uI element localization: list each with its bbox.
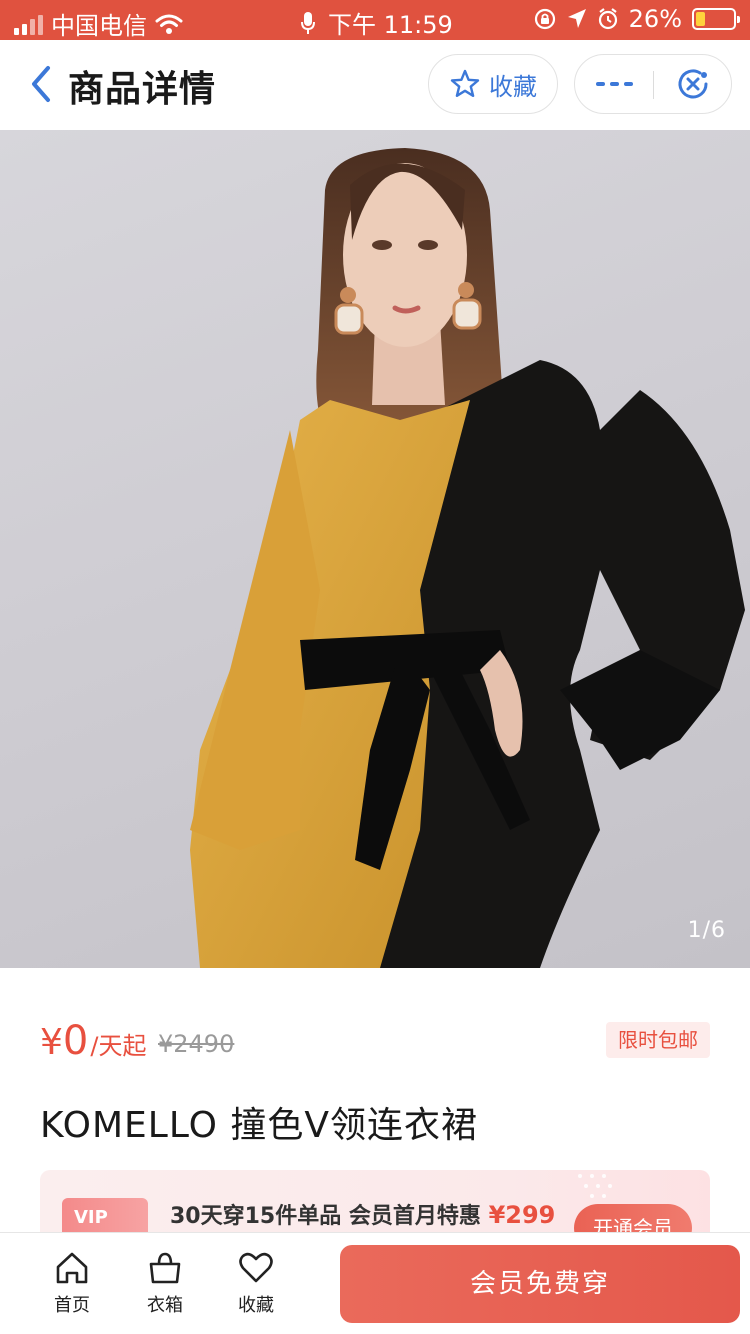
status-center: 下午 11:59 (300, 5, 453, 40)
image-counter: 1/6 (687, 918, 726, 943)
tab-favorites-label: 收藏 (238, 1295, 274, 1316)
tab-wardrobe[interactable]: 衣箱 (130, 1251, 200, 1317)
price-amount: 0 (62, 1018, 89, 1064)
alarm-icon (598, 8, 617, 30)
more-icon[interactable] (575, 55, 653, 113)
current-price: ¥ 0 /天起 (40, 1018, 146, 1064)
back-icon[interactable] (24, 60, 64, 108)
bottom-bar: 首页 衣箱 收藏 会员免费穿 (0, 1232, 750, 1334)
price-unit: /天起 (90, 1032, 147, 1060)
status-right: 26% (533, 5, 740, 33)
product-photo (190, 148, 745, 968)
tab-home[interactable]: 首页 (37, 1251, 107, 1317)
price-currency: ¥ (40, 1022, 63, 1063)
page-title: 商品详情 (68, 69, 217, 110)
vip-offer-text: 30天穿15件单品 会员首月特惠 ¥299 (170, 1198, 555, 1230)
free-wear-label: 会员免费穿 (469, 1269, 610, 1299)
home-icon (56, 1252, 88, 1284)
vip-offer-label: 30天穿15件单品 会员首月特惠 (170, 1204, 481, 1229)
close-icon (678, 69, 708, 99)
price-row: ¥ 0 /天起 ¥2490 限时包邮 (40, 1018, 710, 1068)
heart-icon (239, 1252, 273, 1283)
star-icon (450, 69, 480, 97)
battery-fill (696, 12, 705, 26)
free-wear-button[interactable]: 会员免费穿 (340, 1245, 740, 1323)
signal-icon (14, 13, 43, 35)
favorite-button[interactable]: 收藏 (428, 54, 558, 114)
original-price: ¥2490 (158, 1030, 235, 1058)
open-membership-button[interactable]: 开通会员 (574, 1204, 692, 1234)
promo-badge: 限时包邮 (606, 1022, 710, 1058)
carrier-label: 中国电信 (51, 12, 147, 40)
wifi-icon (155, 14, 183, 34)
battery-percent: 26% (628, 5, 682, 33)
status-bar: 中国电信 下午 11:59 26% (0, 0, 750, 40)
favorite-label: 收藏 (489, 72, 537, 101)
vip-tag: VIP (62, 1198, 148, 1234)
battery-icon (692, 8, 740, 30)
tab-home-label: 首页 (54, 1295, 90, 1316)
rotation-lock-icon (534, 8, 555, 30)
capsule-divider (653, 71, 654, 99)
bag-icon (149, 1252, 181, 1284)
tab-wardrobe-label: 衣箱 (147, 1295, 183, 1316)
status-left: 中国电信 (14, 6, 183, 41)
vip-offer-price: ¥299 (488, 1201, 556, 1229)
mic-icon (301, 11, 315, 34)
tab-favorites[interactable]: 收藏 (221, 1251, 291, 1317)
product-image[interactable]: 1/6 (0, 130, 750, 968)
nav-bar: 商品详情 收藏 (0, 40, 750, 130)
mini-program-capsule (574, 54, 732, 114)
status-time: 下午 11:59 (328, 11, 453, 39)
location-icon (567, 9, 586, 28)
vip-banner[interactable]: VIP 30天穿15件单品 会员首月特惠 ¥299 开通会员 (40, 1170, 710, 1234)
close-button[interactable] (655, 55, 731, 113)
product-title: KOMELLO 撞色V领连衣裙 (40, 1105, 479, 1146)
